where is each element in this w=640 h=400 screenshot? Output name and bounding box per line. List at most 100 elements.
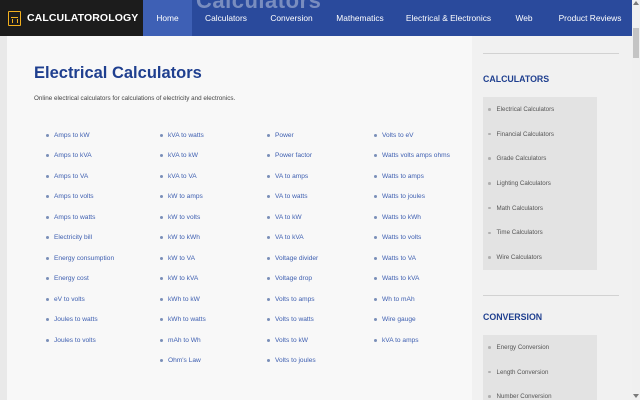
calculator-link-label: Volts to joules [275, 357, 316, 365]
nav-mathematics[interactable]: Mathematics [323, 0, 397, 36]
calculator-link-volts-to-joules[interactable]: Volts to joules [267, 351, 318, 372]
calculator-link-voltage-divider[interactable]: Voltage divider [267, 248, 318, 269]
calculator-link-ev-to-volts[interactable]: eV to volts [46, 289, 114, 310]
calculator-link-wh-to-mah[interactable]: Wh to mAh [374, 289, 450, 310]
calculator-link-amps-to-va[interactable]: Amps to VA [46, 166, 114, 187]
calculator-link-amps-to-kva[interactable]: Amps to kVA [46, 146, 114, 167]
nav-web[interactable]: Web [500, 0, 548, 36]
sidebar-list-conversion: Energy Conversion Length Conversion Number… [483, 335, 597, 400]
bullet-icon [374, 236, 377, 240]
nav-electrical-electronics[interactable]: Electrical & Electronics [397, 0, 500, 36]
nav-product-reviews[interactable]: Product Reviews [548, 0, 632, 36]
calculator-link-kw-to-amps[interactable]: kW to amps [160, 187, 206, 208]
calculator-link-label: kWh to watts [168, 316, 206, 324]
calculator-link-amps-to-watts[interactable]: Amps to watts [46, 207, 114, 228]
calculator-link-kva-to-va[interactable]: kVA to VA [160, 166, 206, 187]
calculator-link-label: Wh to mAh [382, 295, 415, 303]
calculator-link-volts-to-amps[interactable]: Volts to amps [267, 289, 318, 310]
calculator-link-kw-to-va[interactable]: kW to VA [160, 248, 206, 269]
calculator-link-electricity-bill[interactable]: Electricity bill [46, 228, 114, 249]
calculator-link-label: mAh to Wh [168, 336, 201, 344]
calculator-link-kw-to-kwh[interactable]: kW to kWh [160, 228, 206, 249]
calculator-link-watts-to-amps[interactable]: Watts to amps [374, 166, 450, 187]
bullet-icon [267, 359, 270, 363]
calculator-column-3: Power Power factor VA to amps VA to watts VA… [267, 125, 318, 371]
calculator-link-watts-to-kwh[interactable]: Watts to kWh [374, 207, 450, 228]
calculator-link-label: Electricity bill [54, 234, 93, 242]
calculator-link-va-to-amps[interactable]: VA to amps [267, 166, 318, 187]
page-description: Online electrical calculators for calcul… [34, 95, 236, 102]
bullet-icon [267, 338, 270, 342]
sidebar-item-time-calculators[interactable]: Time Calculators [483, 220, 597, 245]
calculator-link-label: Amps to VA [54, 172, 89, 180]
sidebar-item-length-conversion[interactable]: Length Conversion [483, 360, 597, 385]
sidebar-title-conversion: CONVERSION [483, 312, 543, 322]
calculator-link-label: eV to volts [54, 295, 85, 303]
calculator-link-amps-to-kw[interactable]: Amps to kW [46, 125, 114, 146]
bullet-icon [488, 346, 491, 349]
sidebar: CALCULATORS Electrical Calculators Financ… [472, 36, 632, 400]
calculator-link-ohm-s-law[interactable]: Ohm's Law [160, 351, 206, 372]
calculator-link-power[interactable]: Power [267, 125, 318, 146]
site-logo[interactable]: CALCULATOROLOGY [0, 0, 143, 36]
bullet-icon [46, 174, 49, 178]
calculator-link-kva-to-watts[interactable]: kVA to watts [160, 125, 206, 146]
calculator-link-watts-to-volts[interactable]: Watts to volts [374, 228, 450, 249]
nav-home[interactable]: Home [143, 0, 192, 36]
calculator-link-va-to-watts[interactable]: VA to watts [267, 187, 318, 208]
calculator-link-va-to-kva[interactable]: VA to kVA [267, 228, 318, 249]
calculator-link-volts-to-kw[interactable]: Volts to kW [267, 330, 318, 351]
calculator-link-label: kVA to VA [168, 172, 197, 180]
nav-calculators[interactable]: Calculators [192, 0, 260, 36]
calculator-link-joules-to-watts[interactable]: Joules to watts [46, 310, 114, 331]
calculator-link-label: Volts to watts [275, 316, 314, 324]
divider [483, 295, 619, 296]
calculator-link-label: Watts to VA [382, 254, 417, 262]
sidebar-item-grade-calculators[interactable]: Grade Calculators [483, 146, 597, 171]
calculator-link-kwh-to-watts[interactable]: kWh to watts [160, 310, 206, 331]
calculator-link-joules-to-volts[interactable]: Joules to volts [46, 330, 114, 351]
calculator-link-watts-to-va[interactable]: Watts to VA [374, 248, 450, 269]
calculator-link-volts-to-watts[interactable]: Volts to watts [267, 310, 318, 331]
page-scrollbar[interactable] [632, 0, 640, 400]
sidebar-title-calculators: CALCULATORS [483, 74, 550, 84]
calculator-link-kw-to-volts[interactable]: kW to volts [160, 207, 206, 228]
calculator-link-energy-consumption[interactable]: Energy consumption [46, 248, 114, 269]
calculator-link-energy-cost[interactable]: Energy cost [46, 269, 114, 290]
calculator-link-label: kVA to kW [168, 152, 198, 160]
sidebar-item-wire-calculators[interactable]: Wire Calculators [483, 245, 597, 270]
calculator-link-wire-gauge[interactable]: Wire gauge [374, 310, 450, 331]
bullet-icon [488, 256, 491, 259]
calculator-link-label: Watts to kWh [382, 213, 421, 221]
calculator-link-label: kW to kVA [168, 275, 199, 283]
calculator-link-power-factor[interactable]: Power factor [267, 146, 318, 167]
sidebar-item-lighting-calculators[interactable]: Lighting Calculators [483, 171, 597, 196]
scroll-up-arrow-icon[interactable] [633, 1, 639, 5]
calculator-link-kva-to-kw[interactable]: kVA to kW [160, 146, 206, 167]
page-title: Electrical Calculators [34, 64, 202, 82]
scroll-down-arrow-icon[interactable] [633, 394, 639, 398]
sidebar-item-electrical-calculators[interactable]: Electrical Calculators [483, 97, 597, 122]
calculator-link-watts-to-kva[interactable]: Watts to kVA [374, 269, 450, 290]
calculator-link-label: Energy consumption [54, 254, 115, 262]
calculator-link-kw-to-kva[interactable]: kW to kVA [160, 269, 206, 290]
calculator-link-voltage-drop[interactable]: Voltage drop [267, 269, 318, 290]
calculator-link-kva-to-amps[interactable]: kVA to amps [374, 330, 450, 351]
calculator-link-watts-to-joules[interactable]: Watts to joules [374, 187, 450, 208]
sidebar-item-label: Number Conversion [496, 393, 552, 400]
sidebar-item-number-conversion[interactable]: Number Conversion [483, 384, 597, 400]
nav-conversion[interactable]: Conversion [260, 0, 323, 36]
bullet-icon [160, 359, 163, 363]
calculator-link-kwh-to-kw[interactable]: kWh to kW [160, 289, 206, 310]
scroll-thumb[interactable] [633, 28, 639, 58]
sidebar-item-math-calculators[interactable]: Math Calculators [483, 196, 597, 221]
calculator-link-va-to-kw[interactable]: VA to kW [267, 207, 318, 228]
calculator-link-volts-to-ev[interactable]: Volts to eV [374, 125, 450, 146]
calculator-link-label: Watts to kVA [382, 275, 420, 283]
calculator-link-amps-to-volts[interactable]: Amps to volts [46, 187, 114, 208]
sidebar-item-energy-conversion[interactable]: Energy Conversion [483, 335, 597, 360]
sidebar-item-financial-calculators[interactable]: Financial Calculators [483, 122, 597, 147]
calculator-link-label: Volts to kW [275, 336, 308, 344]
calculator-link-mah-to-wh[interactable]: mAh to Wh [160, 330, 206, 351]
calculator-link-watts-volts-amps-ohms[interactable]: Watts volts amps ohms [374, 146, 450, 167]
